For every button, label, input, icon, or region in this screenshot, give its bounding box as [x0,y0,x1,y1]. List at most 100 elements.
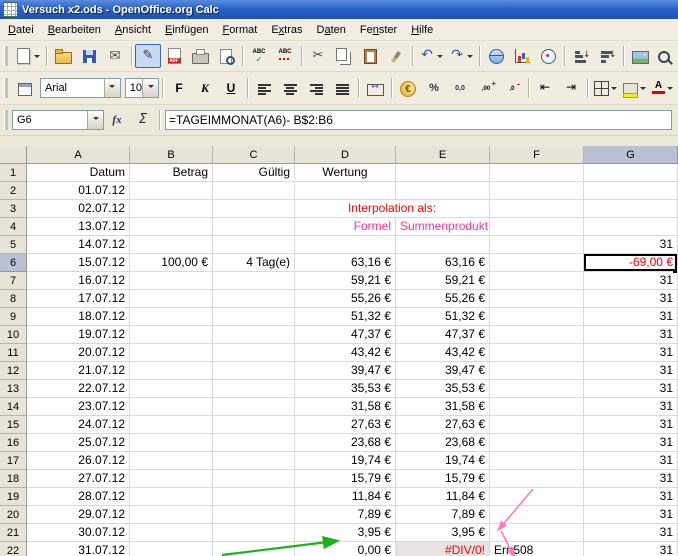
edit-file-button[interactable] [135,44,161,68]
menu-item-format[interactable]: Format [215,22,264,38]
cell-C7[interactable] [213,272,295,290]
cell-D12[interactable]: 39,47 € [295,362,396,380]
menu-item-bearbeiten[interactable]: Bearbeiten [41,22,108,38]
cell-G17[interactable]: 31 [584,452,678,470]
cell-D3[interactable]: Interpolation als: [295,200,490,218]
cell-G7[interactable]: 31 [584,272,678,290]
name-box-dropdown[interactable] [87,111,103,129]
cell-C20[interactable] [213,506,295,524]
cell-G12[interactable]: 31 [584,362,678,380]
cell-F6[interactable] [490,254,584,272]
cell-A4[interactable]: 13.07.12 [27,218,130,236]
row-header-17[interactable]: 17 [0,452,27,470]
row-header-3[interactable]: 3 [0,200,27,218]
cell-A18[interactable]: 27.07.12 [27,470,130,488]
align-right-button[interactable] [303,76,329,100]
cell-B16[interactable] [130,434,213,452]
format-paintbrush-button[interactable] [383,44,409,68]
toolbar-grip[interactable] [4,78,8,98]
row-header-22[interactable]: 22 [0,542,27,556]
row-header-9[interactable]: 9 [0,308,27,326]
cell-A13[interactable]: 22.07.12 [27,380,130,398]
cell-G8[interactable]: 31 [584,290,678,308]
cell-G10[interactable]: 31 [584,326,678,344]
cell-E9[interactable]: 51,32 € [396,308,490,326]
cell-D20[interactable]: 7,89 € [295,506,396,524]
cell-A11[interactable]: 20.07.12 [27,344,130,362]
redo-button[interactable] [446,44,476,68]
add-decimal-button[interactable] [473,76,499,100]
column-header-E[interactable]: E [396,146,490,164]
cell-B11[interactable] [130,344,213,362]
cell-F2[interactable] [490,182,584,200]
cell-E16[interactable]: 23,68 € [396,434,490,452]
cell-B10[interactable] [130,326,213,344]
cell-C4[interactable] [213,218,295,236]
sum-button[interactable] [130,108,156,132]
row-header-21[interactable]: 21 [0,524,27,542]
navigator-button[interactable] [535,44,561,68]
cell-G15[interactable]: 31 [584,416,678,434]
standard-format-button[interactable] [447,76,473,100]
zoom-button[interactable] [653,44,678,68]
copy-button[interactable] [331,44,357,68]
column-header-B[interactable]: B [130,146,213,164]
cell-D1[interactable]: Wertung [295,164,396,182]
cell-G6[interactable]: -69,00 € [584,254,678,272]
cell-F21[interactable] [490,524,584,542]
align-justify-button[interactable] [329,76,355,100]
cell-A19[interactable]: 28.07.12 [27,488,130,506]
font-size-dropdown[interactable] [142,79,158,97]
cell-B17[interactable] [130,452,213,470]
row-header-12[interactable]: 12 [0,362,27,380]
cell-E11[interactable]: 43,42 € [396,344,490,362]
merge-cells-button[interactable] [362,76,388,100]
column-header-G[interactable]: G [584,146,678,164]
new-document-button[interactable] [12,44,43,68]
bold-button[interactable] [166,76,192,100]
increase-indent-button[interactable] [558,76,584,100]
cell-A7[interactable]: 16.07.12 [27,272,130,290]
cell-D11[interactable]: 43,42 € [295,344,396,362]
cell-E7[interactable]: 59,21 € [396,272,490,290]
align-center-button[interactable] [277,76,303,100]
cell-B15[interactable] [130,416,213,434]
align-left-button[interactable] [251,76,277,100]
delete-decimal-button[interactable] [499,76,525,100]
menu-item-ansicht[interactable]: Ansicht [108,22,158,38]
cell-C16[interactable] [213,434,295,452]
cell-C14[interactable] [213,398,295,416]
cell-F11[interactable] [490,344,584,362]
cell-F17[interactable] [490,452,584,470]
borders-button[interactable] [591,76,620,100]
menu-item-datei[interactable]: Datei [1,22,41,38]
paste-button[interactable] [357,44,383,68]
cell-F10[interactable] [490,326,584,344]
cell-B1[interactable]: Betrag [130,164,213,182]
cell-E17[interactable]: 19,74 € [396,452,490,470]
cell-D19[interactable]: 11,84 € [295,488,396,506]
export-pdf-button[interactable] [161,44,187,68]
insert-chart-button[interactable] [509,44,535,68]
cell-B6[interactable]: 100,00 € [130,254,213,272]
print-button[interactable] [187,44,213,68]
cell-F22[interactable]: Err:508 [490,542,584,556]
cell-F14[interactable] [490,398,584,416]
cell-D14[interactable]: 31,58 € [295,398,396,416]
cell-E13[interactable]: 35,53 € [396,380,490,398]
cell-E12[interactable]: 39,47 € [396,362,490,380]
cell-A5[interactable]: 14.07.12 [27,236,130,254]
italic-button[interactable] [192,76,218,100]
row-header-2[interactable]: 2 [0,182,27,200]
cell-D5[interactable] [295,236,396,254]
cell-A20[interactable]: 29.07.12 [27,506,130,524]
cell-B13[interactable] [130,380,213,398]
cell-D16[interactable]: 23,68 € [295,434,396,452]
undo-button[interactable] [416,44,446,68]
column-header-C[interactable]: C [213,146,295,164]
cell-E18[interactable]: 15,79 € [396,470,490,488]
cell-C13[interactable] [213,380,295,398]
cut-button[interactable] [305,44,331,68]
cell-F7[interactable] [490,272,584,290]
cell-D18[interactable]: 15,79 € [295,470,396,488]
